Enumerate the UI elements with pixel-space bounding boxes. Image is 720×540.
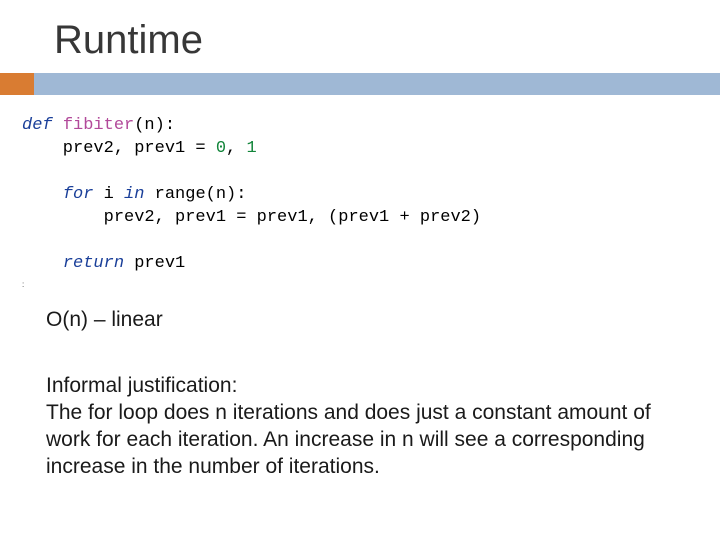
keyword-in: in	[124, 185, 144, 204]
code-block: def fibiter(n): prev2, prev1 = 0, 1 for …	[0, 95, 720, 276]
accent-block-orange	[0, 73, 34, 95]
code-l3-rest: range(n):	[144, 185, 246, 204]
code-line-2: prev2, prev1 = 0, 1	[22, 138, 720, 161]
keyword-for: for	[63, 185, 94, 204]
justification-label: Informal justification:	[46, 373, 680, 400]
spacer	[0, 333, 720, 355]
code-l5-rest: prev1	[124, 254, 185, 273]
keyword-def: def	[22, 116, 53, 135]
code-line-5: return prev1	[22, 253, 720, 276]
literal-1: 1	[246, 139, 256, 158]
code-line-3: for i in range(n):	[22, 184, 720, 207]
code-line-4: prev2, prev1 = prev1, (prev1 + prev2)	[22, 207, 720, 230]
stray-colon: :	[0, 280, 720, 289]
code-l2-a: prev2, prev1 =	[22, 139, 216, 158]
function-name: fibiter	[63, 116, 134, 135]
keyword-return: return	[63, 254, 124, 273]
code-l2-mid: ,	[226, 139, 246, 158]
code-l3-mid: i	[93, 185, 124, 204]
code-line-1: def fibiter(n):	[22, 115, 720, 138]
justification-body: The for loop does n iterations and does …	[46, 400, 680, 481]
code-blank-1	[22, 161, 720, 184]
code-blank-2	[22, 230, 720, 253]
slide-title: Runtime	[0, 0, 720, 73]
justification-block: Informal justification: The for loop doe…	[0, 355, 720, 481]
code-l1-rest: (n):	[134, 116, 175, 135]
accent-bar	[0, 73, 720, 95]
accent-bar-blue	[34, 73, 720, 95]
literal-0: 0	[216, 139, 226, 158]
complexity-line: O(n) – linear	[0, 289, 720, 334]
slide: Runtime def fibiter(n): prev2, prev1 = 0…	[0, 0, 720, 540]
